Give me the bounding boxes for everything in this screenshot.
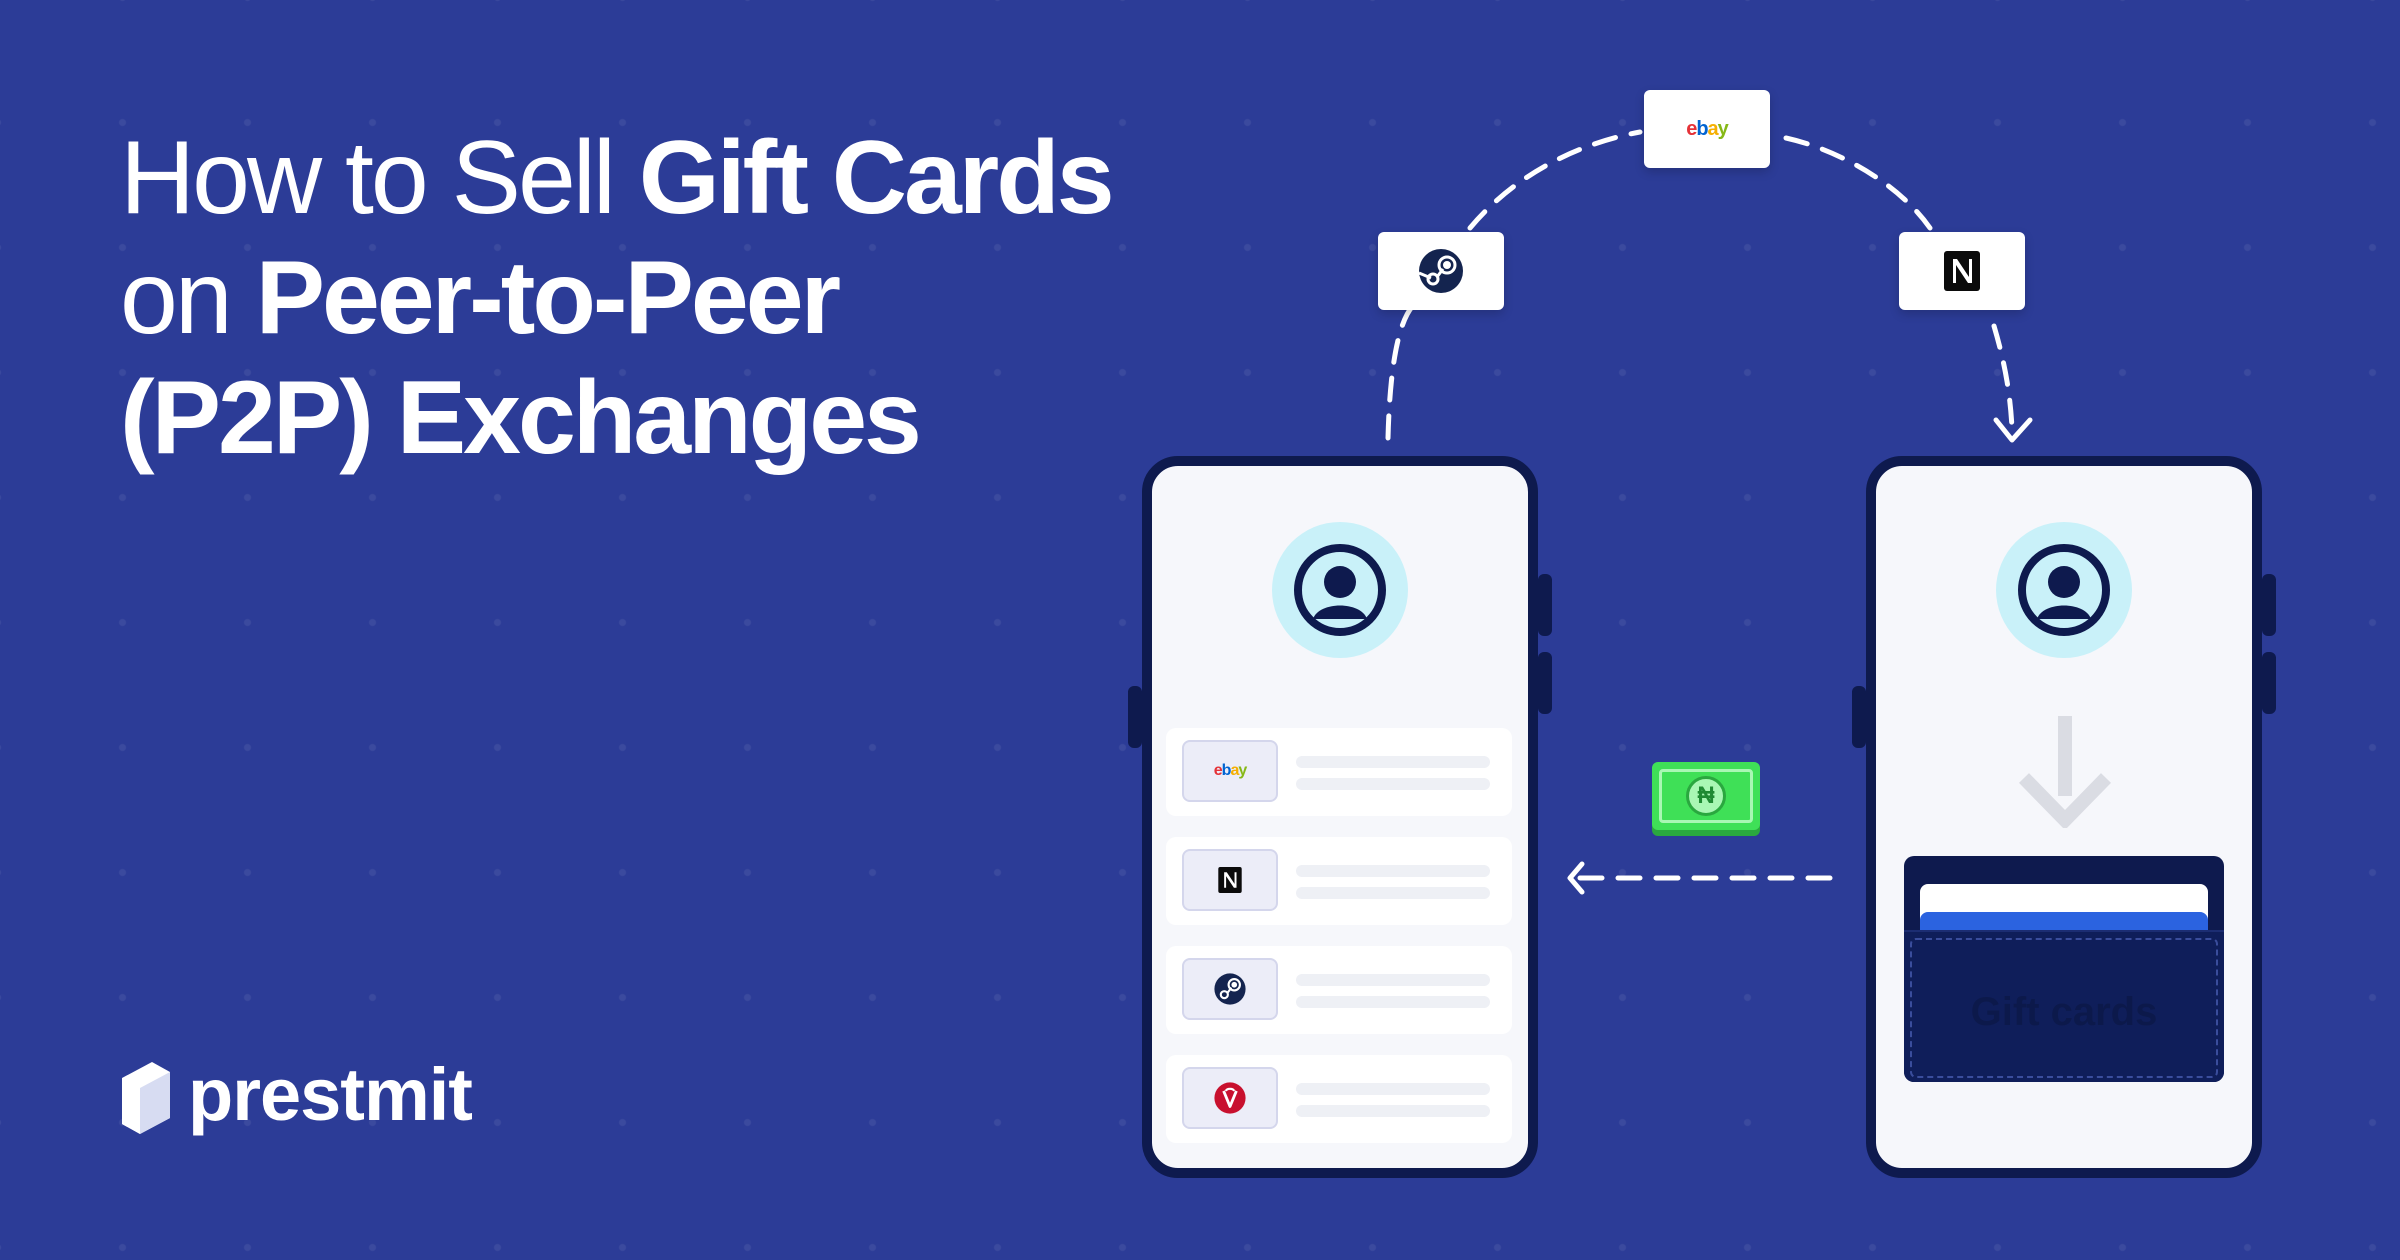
headline-line-3: (P2P) Exchanges bbox=[120, 358, 1112, 478]
gift-card-row[interactable] bbox=[1166, 946, 1512, 1034]
prestmit-logo-icon bbox=[122, 1062, 170, 1134]
nordstrom-n-logo-icon bbox=[1944, 251, 1980, 291]
phone-side-button bbox=[1538, 652, 1552, 714]
row-logo bbox=[1182, 958, 1278, 1020]
headline-line-2: on Peer-to-Peer bbox=[120, 238, 1112, 358]
headline-emphasis: Gift Cards bbox=[638, 120, 1115, 236]
headline-text: How to Sell bbox=[120, 120, 639, 236]
placeholder-line bbox=[1296, 778, 1490, 790]
floating-card-ebay: ebay bbox=[1644, 90, 1770, 168]
user-avatar-icon bbox=[1294, 544, 1386, 636]
cash-payment: ₦ bbox=[1652, 762, 1760, 830]
placeholder-line bbox=[1296, 756, 1490, 768]
placeholder-line bbox=[1296, 865, 1490, 877]
headline-emphasis: Peer-to-Peer bbox=[255, 240, 841, 356]
naira-coin-icon: ₦ bbox=[1686, 776, 1726, 816]
ebay-logo-icon: ebay bbox=[1213, 762, 1247, 779]
avatar bbox=[1996, 522, 2132, 658]
floating-card-n bbox=[1899, 232, 2025, 310]
brand-logo[interactable]: prestmit bbox=[118, 1053, 473, 1140]
headline-text: on bbox=[120, 240, 256, 356]
row-logo: ebay bbox=[1182, 740, 1278, 802]
phone-side-button bbox=[1128, 686, 1142, 748]
phone-side-button bbox=[2262, 574, 2276, 636]
gift-card-row[interactable]: ebay bbox=[1166, 728, 1512, 816]
placeholder-line bbox=[1296, 974, 1490, 986]
user-avatar-icon bbox=[2018, 544, 2110, 636]
ebay-logo-icon: ebay bbox=[1686, 117, 1729, 140]
placeholder-line bbox=[1296, 996, 1490, 1008]
brand-name: prestmit bbox=[188, 1053, 473, 1136]
placeholder-line bbox=[1296, 887, 1490, 899]
phone-side-button bbox=[1538, 574, 1552, 636]
headline-emphasis: (P2P) Exchanges bbox=[120, 360, 922, 476]
arrow-down-icon bbox=[2018, 716, 2112, 828]
row-logo bbox=[1182, 849, 1278, 911]
vanilla-logo-icon bbox=[1214, 1082, 1246, 1114]
headline-line-1: How to Sell Gift Cards bbox=[120, 118, 1115, 238]
steam-logo-icon bbox=[1214, 973, 1246, 1005]
receiver-phone: Gift cards bbox=[1852, 456, 2276, 1178]
steam-logo-icon bbox=[1418, 249, 1463, 293]
gift-card-row[interactable] bbox=[1166, 1055, 1512, 1143]
wallet-label: Gift cards bbox=[1970, 990, 2158, 1034]
gift-card-row[interactable] bbox=[1166, 837, 1512, 925]
phone-side-button bbox=[2262, 652, 2276, 714]
phone-side-button bbox=[1852, 686, 1866, 748]
avatar bbox=[1272, 522, 1408, 658]
placeholder-line bbox=[1296, 1105, 1490, 1117]
sender-phone: ebay bbox=[1128, 456, 1552, 1178]
row-logo bbox=[1182, 1067, 1278, 1129]
gift-card-wallet: Gift cards bbox=[1904, 856, 2224, 1082]
page-headline: How to Sell Gift Cards on Peer-to-Peer (… bbox=[120, 118, 1115, 478]
placeholder-line bbox=[1296, 1083, 1490, 1095]
nordstrom-n-logo-icon bbox=[1218, 867, 1242, 893]
floating-card-steam bbox=[1378, 232, 1504, 310]
